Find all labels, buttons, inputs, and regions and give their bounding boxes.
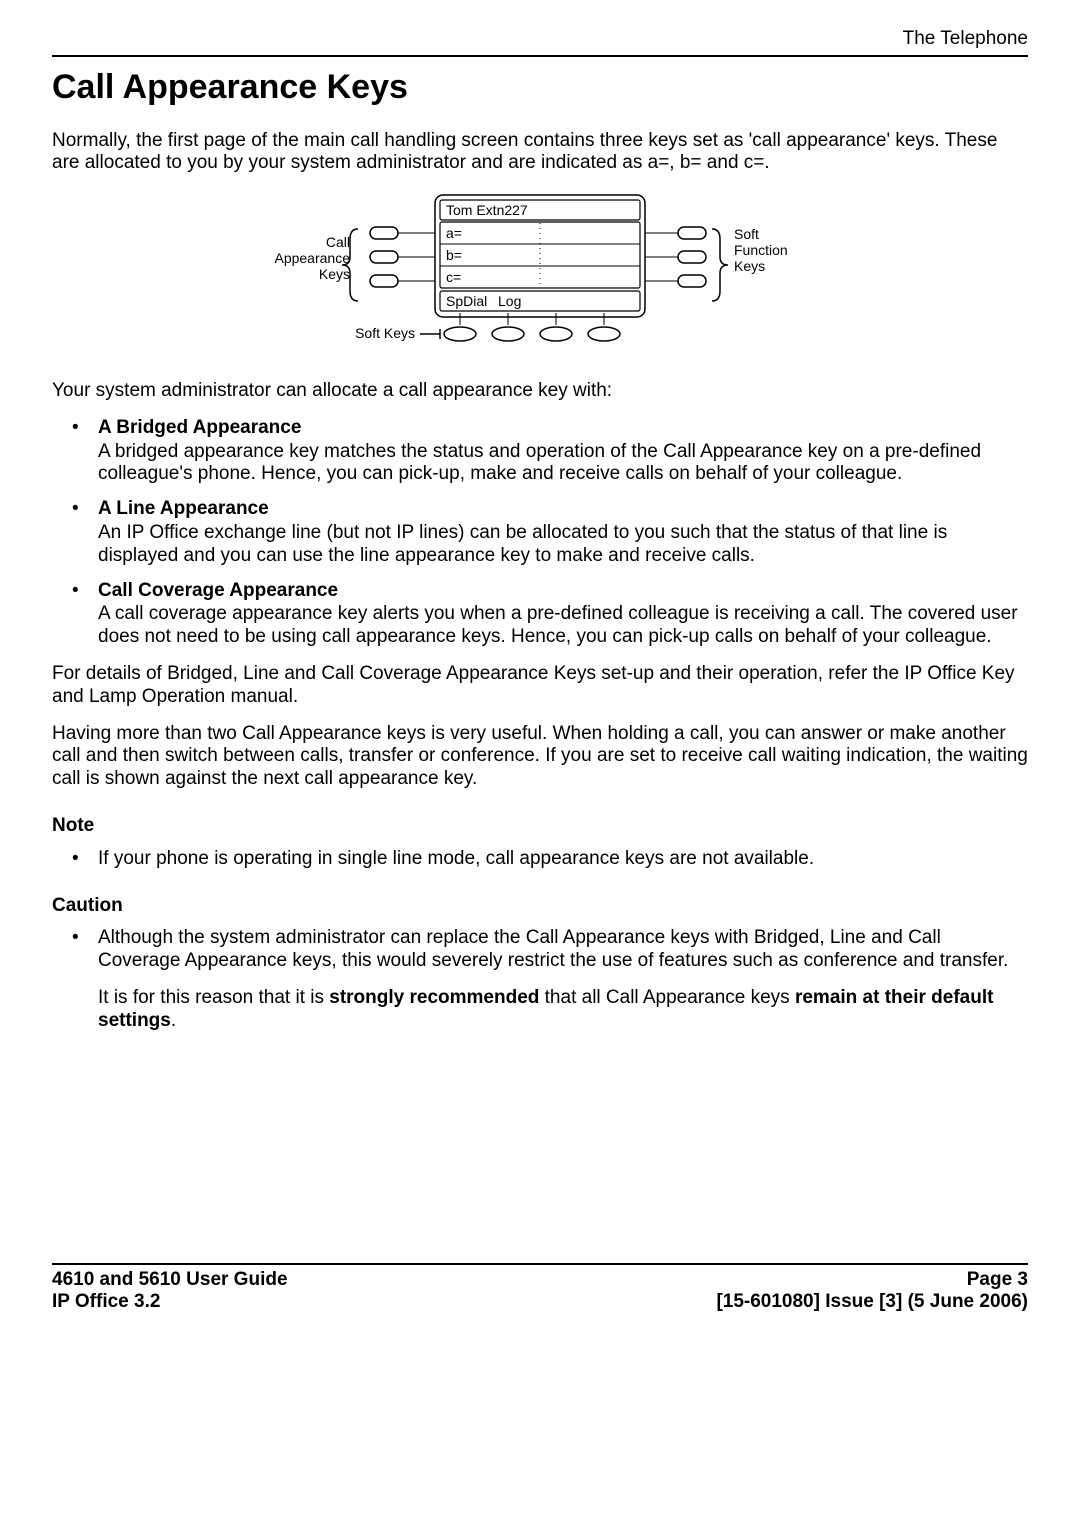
call-appearance-key-icon: [370, 227, 435, 239]
list-item: Although the system administrator can re…: [52, 927, 1028, 1032]
footer-page: Page 3: [716, 1269, 1028, 1292]
after-figure-paragraph: Your system administrator can allocate a…: [52, 380, 1028, 403]
list-item: A Bridged Appearance A bridged appearanc…: [52, 417, 1028, 486]
item-heading: A Bridged Appearance: [98, 417, 301, 438]
item-heading: A Line Appearance: [98, 498, 269, 519]
note-heading: Note: [52, 815, 1028, 838]
caution-list: Although the system administrator can re…: [52, 927, 1028, 1032]
tab-log: Log: [498, 293, 521, 309]
intro-paragraph: Normally, the first page of the main cal…: [52, 130, 1028, 176]
section-name: The Telephone: [903, 28, 1028, 49]
soft-function-key-icon: [645, 227, 706, 239]
soft-function-key-icon: [645, 275, 706, 287]
page-header: The Telephone: [52, 28, 1028, 57]
caution-para2: It is for this reason that it is strongl…: [98, 987, 993, 1031]
appearance-list: A Bridged Appearance A bridged appearanc…: [52, 417, 1028, 649]
left-label: Keys: [319, 266, 350, 282]
note-list: If your phone is operating in single lin…: [52, 848, 1028, 871]
tab-spdial: SpDial: [446, 293, 487, 309]
row-c: c=: [446, 269, 461, 285]
left-label: Appearance: [274, 250, 350, 266]
list-item: If your phone is operating in single lin…: [52, 848, 1028, 871]
row-a: a=: [446, 225, 462, 241]
caution-heading: Caution: [52, 895, 1028, 918]
softkeys-label: Soft Keys: [355, 325, 415, 341]
note-text: If your phone is operating in single lin…: [98, 848, 814, 869]
caution-para1: Although the system administrator can re…: [98, 927, 1008, 971]
row-b: b=: [446, 247, 462, 263]
item-desc: A call coverage appearance key alerts yo…: [98, 603, 1028, 649]
footer-version: IP Office 3.2: [52, 1291, 288, 1314]
usefulness-paragraph: Having more than two Call Appearance key…: [52, 723, 1028, 791]
soft-function-key-icon: [645, 251, 706, 263]
soft-key-icon: [540, 327, 572, 341]
list-item: A Line Appearance An IP Office exchange …: [52, 498, 1028, 567]
details-paragraph: For details of Bridged, Line and Call Co…: [52, 663, 1028, 709]
page-footer: 4610 and 5610 User Guide IP Office 3.2 P…: [52, 1263, 1028, 1315]
call-appearance-key-icon: [370, 275, 435, 287]
footer-issue: [15-601080] Issue [3] (5 June 2006): [716, 1291, 1028, 1314]
brace-icon: [712, 229, 728, 301]
soft-key-icon: [444, 327, 476, 341]
left-label: Call: [326, 234, 350, 250]
screen-title: Tom Extn227: [446, 202, 528, 218]
page-title: Call Appearance Keys: [52, 67, 1028, 108]
right-label: Keys: [734, 258, 765, 274]
phone-diagram: Call Appearance Keys Tom Extn227 a= b= c…: [52, 189, 1028, 364]
call-appearance-key-icon: [370, 251, 435, 263]
item-desc: An IP Office exchange line (but not IP l…: [98, 522, 1028, 568]
right-label: Function: [734, 242, 788, 258]
soft-key-icon: [492, 327, 524, 341]
soft-key-icon: [588, 327, 620, 341]
footer-product: 4610 and 5610 User Guide: [52, 1269, 288, 1292]
item-desc: A bridged appearance key matches the sta…: [98, 441, 1028, 487]
item-heading: Call Coverage Appearance: [98, 580, 338, 601]
list-item: Call Coverage Appearance A call coverage…: [52, 580, 1028, 649]
right-label: Soft: [734, 226, 759, 242]
